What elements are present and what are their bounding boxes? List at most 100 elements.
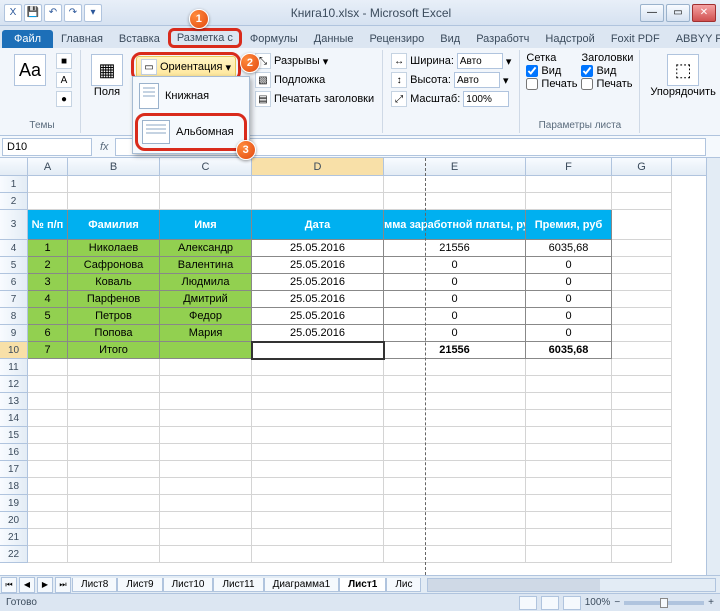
cell[interactable] xyxy=(526,393,612,410)
cell[interactable] xyxy=(612,461,672,478)
width-input[interactable] xyxy=(457,53,503,69)
cell[interactable] xyxy=(160,176,252,193)
orientation-button[interactable]: ▭ Ориентация ▾ xyxy=(136,56,236,78)
row-18[interactable]: 18 xyxy=(0,478,28,495)
cell[interactable] xyxy=(28,461,68,478)
cell[interactable] xyxy=(612,325,672,342)
cell[interactable] xyxy=(384,546,526,563)
cell[interactable] xyxy=(68,427,160,444)
cell[interactable] xyxy=(526,376,612,393)
cell[interactable]: 7 xyxy=(28,342,68,359)
cell[interactable] xyxy=(28,529,68,546)
cell[interactable] xyxy=(252,546,384,563)
cell[interactable] xyxy=(160,410,252,427)
cell[interactable]: Николаев xyxy=(68,240,160,257)
cell[interactable] xyxy=(612,512,672,529)
cell[interactable]: 25.05.2016 xyxy=(252,257,384,274)
cell[interactable]: Дмитрий xyxy=(160,291,252,308)
cell[interactable] xyxy=(252,193,384,210)
cell[interactable] xyxy=(612,546,672,563)
height-input[interactable] xyxy=(454,72,500,88)
cell[interactable]: 25.05.2016 xyxy=(252,240,384,257)
cell[interactable]: 0 xyxy=(526,274,612,291)
cell[interactable]: 0 xyxy=(384,291,526,308)
cell[interactable]: Парфенов xyxy=(68,291,160,308)
row-3[interactable]: 3 xyxy=(0,210,28,240)
cell[interactable] xyxy=(160,546,252,563)
view-break-button[interactable] xyxy=(563,596,581,610)
cell[interactable] xyxy=(526,478,612,495)
cell[interactable] xyxy=(68,376,160,393)
row-11[interactable]: 11 xyxy=(0,359,28,376)
cell[interactable]: Александр xyxy=(160,240,252,257)
cell[interactable] xyxy=(160,193,252,210)
vertical-scrollbar[interactable] xyxy=(706,158,720,575)
cell[interactable]: Сумма заработной платы, руб. xyxy=(384,210,526,240)
margins-button[interactable]: ▦ Поля xyxy=(87,52,127,100)
theme-fonts-button[interactable]: A xyxy=(54,71,74,89)
cell[interactable] xyxy=(68,512,160,529)
row-17[interactable]: 17 xyxy=(0,461,28,478)
cell[interactable]: 21556 xyxy=(384,342,526,359)
orientation-portrait-item[interactable]: Книжная xyxy=(135,79,247,113)
tab-insert[interactable]: Вставка xyxy=(111,30,168,48)
themes-button[interactable]: Aa xyxy=(10,52,50,88)
cell[interactable] xyxy=(28,546,68,563)
tab-abbyy[interactable]: ABBYY PDF xyxy=(668,30,720,48)
cell[interactable]: Дата xyxy=(252,210,384,240)
zoom-value[interactable]: 100% xyxy=(585,597,611,608)
cell[interactable] xyxy=(160,461,252,478)
cell[interactable] xyxy=(612,291,672,308)
tab-review[interactable]: Рецензиро xyxy=(362,30,433,48)
cell[interactable] xyxy=(384,393,526,410)
zoom-out-button[interactable]: − xyxy=(614,597,620,608)
cell[interactable]: Федор xyxy=(160,308,252,325)
cell[interactable] xyxy=(384,478,526,495)
cell[interactable]: 25.05.2016 xyxy=(252,308,384,325)
cell[interactable] xyxy=(384,461,526,478)
cell[interactable]: 3 xyxy=(28,274,68,291)
col-D[interactable]: D xyxy=(252,158,384,175)
cell[interactable] xyxy=(612,410,672,427)
maximize-button[interactable]: ▭ xyxy=(666,4,690,22)
cell[interactable] xyxy=(160,393,252,410)
row-8[interactable]: 8 xyxy=(0,308,28,325)
row-19[interactable]: 19 xyxy=(0,495,28,512)
row-9[interactable]: 9 xyxy=(0,325,28,342)
cell[interactable]: 4 xyxy=(28,291,68,308)
cell[interactable] xyxy=(160,376,252,393)
horizontal-scrollbar[interactable] xyxy=(427,578,716,592)
col-C[interactable]: C xyxy=(160,158,252,175)
cell[interactable] xyxy=(252,512,384,529)
cell[interactable] xyxy=(68,359,160,376)
cell[interactable]: Коваль xyxy=(68,274,160,291)
cell[interactable] xyxy=(384,410,526,427)
cell[interactable] xyxy=(28,495,68,512)
row-13[interactable]: 13 xyxy=(0,393,28,410)
view-normal-button[interactable] xyxy=(519,596,537,610)
fx-icon[interactable]: fx xyxy=(94,141,115,153)
zoom-in-button[interactable]: + xyxy=(708,597,714,608)
select-all-corner[interactable] xyxy=(0,158,28,175)
cell[interactable] xyxy=(526,444,612,461)
row-7[interactable]: 7 xyxy=(0,291,28,308)
cell[interactable] xyxy=(28,393,68,410)
cell[interactable]: Людмила xyxy=(160,274,252,291)
cell[interactable] xyxy=(252,529,384,546)
cell[interactable] xyxy=(28,359,68,376)
cell[interactable] xyxy=(68,461,160,478)
cell[interactable] xyxy=(526,359,612,376)
cell[interactable] xyxy=(252,478,384,495)
cell[interactable] xyxy=(252,444,384,461)
tab-view[interactable]: Вид xyxy=(432,30,468,48)
cell[interactable]: 0 xyxy=(526,291,612,308)
cell[interactable] xyxy=(526,427,612,444)
cell[interactable] xyxy=(612,274,672,291)
cell[interactable] xyxy=(68,176,160,193)
cell[interactable]: 0 xyxy=(384,257,526,274)
cell[interactable] xyxy=(160,444,252,461)
sheet-tab[interactable]: Лист8 xyxy=(72,578,117,592)
cell[interactable] xyxy=(68,393,160,410)
cell[interactable] xyxy=(68,546,160,563)
row-1[interactable]: 1 xyxy=(0,176,28,193)
